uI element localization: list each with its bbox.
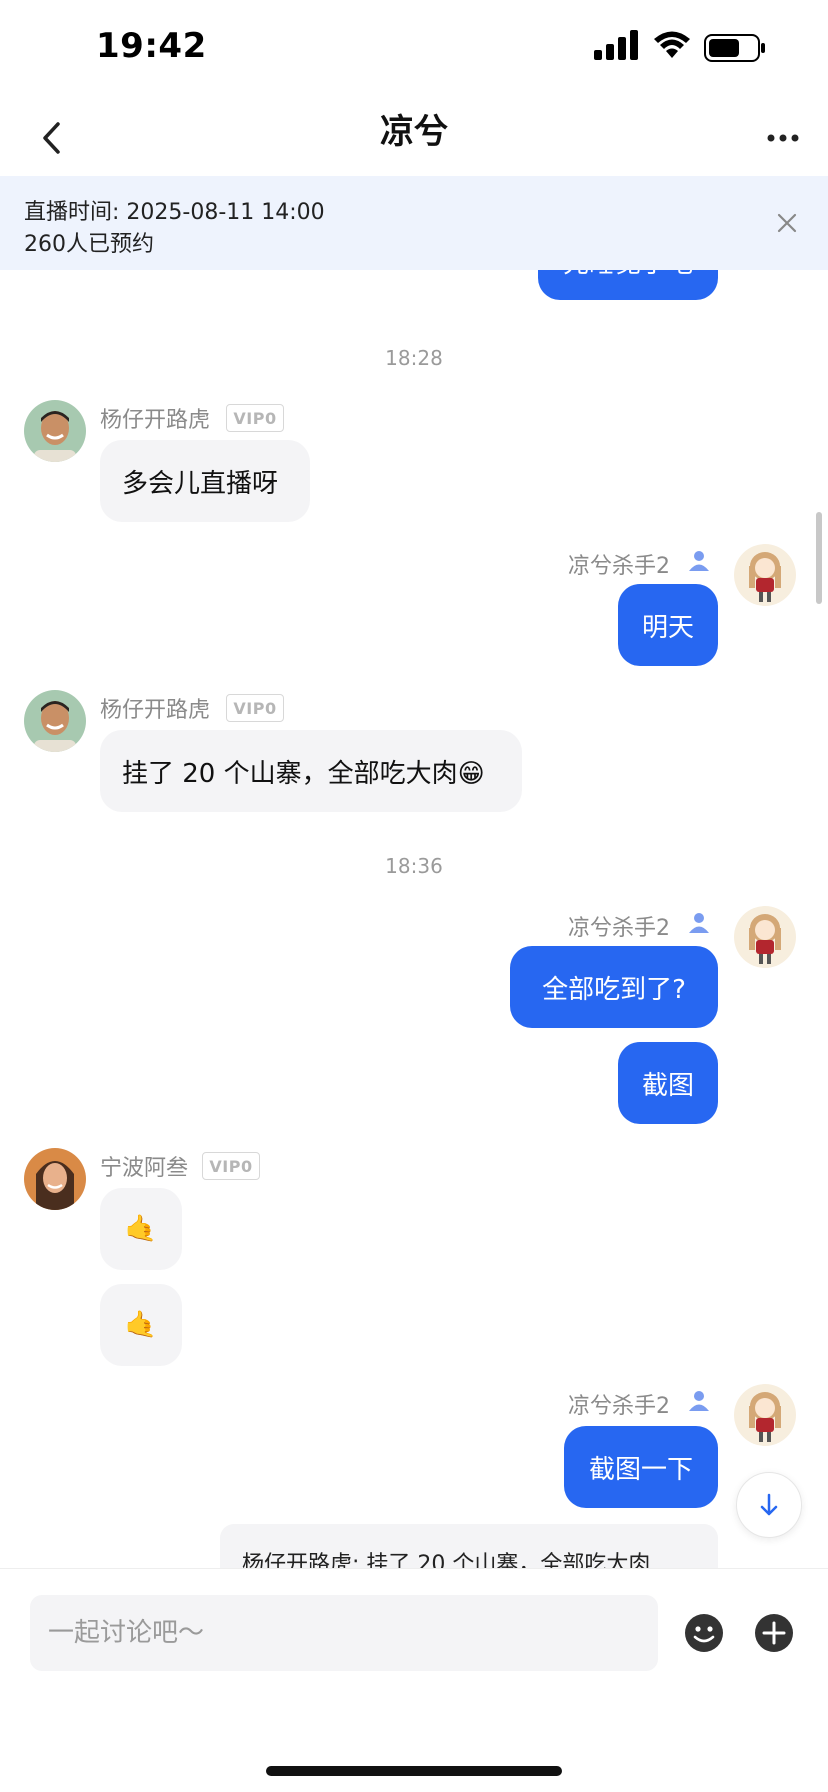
message-text: 多会儿直播呀 <box>122 468 279 499</box>
add-attachment-button[interactable] <box>754 1613 794 1653</box>
time-separator: 18:28 <box>385 346 443 370</box>
arrow-down-icon <box>760 1493 778 1516</box>
message-bubble[interactable]: 多会儿直播呀 <box>100 440 310 522</box>
vip-badge: VIP0 <box>226 694 284 722</box>
person-icon <box>689 551 709 571</box>
avatar-self[interactable] <box>734 906 796 968</box>
wifi-icon <box>654 31 690 58</box>
message-bubble-self[interactable]: 全部吃到了? <box>510 946 718 1028</box>
message-composer <box>0 1568 828 1698</box>
message-bubble[interactable]: 🤙 <box>100 1284 182 1366</box>
message-text: 挂了 20 个山寨，全部吃大肉😁 <box>122 758 485 789</box>
scrollbar[interactable] <box>816 512 822 604</box>
anime-avatar-icon <box>734 544 796 606</box>
person-icon <box>689 913 709 933</box>
message-bubble[interactable]: 挂了 20 个山寨，全部吃大肉😁 <box>100 730 522 812</box>
home-indicator <box>266 1766 562 1776</box>
user-avatar-icon <box>24 1148 86 1210</box>
more-dots-icon <box>767 134 799 142</box>
scroll-to-bottom-button[interactable] <box>736 1472 802 1538</box>
message-input[interactable] <box>30 1595 658 1671</box>
message-text: 🤙 <box>124 1214 158 1244</box>
quoted-text: 杨仔开路虎: 挂了 20 个山寨，全部吃大肉 <box>242 1552 651 1568</box>
sender-name: 杨仔开路虎 <box>100 698 211 723</box>
page-title: 凉兮 <box>380 112 448 152</box>
user-avatar-icon <box>24 400 86 462</box>
message-text: 截图一下 <box>588 1454 693 1485</box>
status-bar: 19:42 <box>0 0 828 100</box>
person-icon <box>689 1391 709 1411</box>
avatar-self[interactable] <box>734 1384 796 1446</box>
sender-name: 宁波阿叁 <box>100 1156 189 1181</box>
chat-message-list[interactable]: 直播时间: 2025-08-11 14:00 260人已预约 先睡觉了吧 18:… <box>0 176 828 1568</box>
quoted-message-card[interactable]: 杨仔开路虎: 挂了 20 个山寨，全部吃大肉 <box>220 1524 718 1568</box>
live-time-text: 直播时间: 2025-08-11 14:00 <box>24 200 325 225</box>
avatar-yangzai[interactable] <box>24 690 86 752</box>
status-time: 19:42 <box>96 26 207 66</box>
nav-bar: 凉兮 <box>0 100 828 176</box>
message-text: 明天 <box>641 612 694 643</box>
sender-name: 杨仔开路虎 <box>100 408 211 433</box>
live-schedule-banner: 直播时间: 2025-08-11 14:00 260人已预约 <box>0 176 828 270</box>
message-bubble-self[interactable]: 截图一下 <box>564 1426 718 1508</box>
sender-name: 凉兮杀手2 <box>568 916 670 941</box>
emoji-button[interactable] <box>684 1613 724 1653</box>
message-bubble-self[interactable]: 截图 <box>618 1042 718 1124</box>
sender-name: 凉兮杀手2 <box>568 554 670 579</box>
avatar-yangzai[interactable] <box>24 400 86 462</box>
message-bubble[interactable]: 🤙 <box>100 1188 182 1270</box>
message-bubble-self[interactable]: 明天 <box>618 584 718 666</box>
cellular-signal-icon <box>594 30 638 60</box>
vip-badge: VIP0 <box>226 404 284 432</box>
more-options-button[interactable] <box>758 114 808 162</box>
anime-avatar-icon <box>734 1384 796 1446</box>
avatar-ningbo[interactable] <box>24 1148 86 1210</box>
battery-icon <box>704 34 765 62</box>
vip-badge: VIP0 <box>202 1152 260 1180</box>
close-icon <box>777 213 797 233</box>
message-text: 全部吃到了? <box>542 974 686 1005</box>
user-avatar-icon <box>24 690 86 752</box>
avatar-self[interactable] <box>734 544 796 606</box>
reservation-count-text: 260人已预约 <box>24 232 154 257</box>
time-separator: 18:36 <box>385 854 443 878</box>
banner-close-button[interactable] <box>770 206 804 240</box>
sender-name: 凉兮杀手2 <box>568 1394 670 1419</box>
anime-avatar-icon <box>734 906 796 968</box>
message-text: 🤙 <box>124 1310 158 1340</box>
message-text: 截图 <box>641 1070 694 1101</box>
